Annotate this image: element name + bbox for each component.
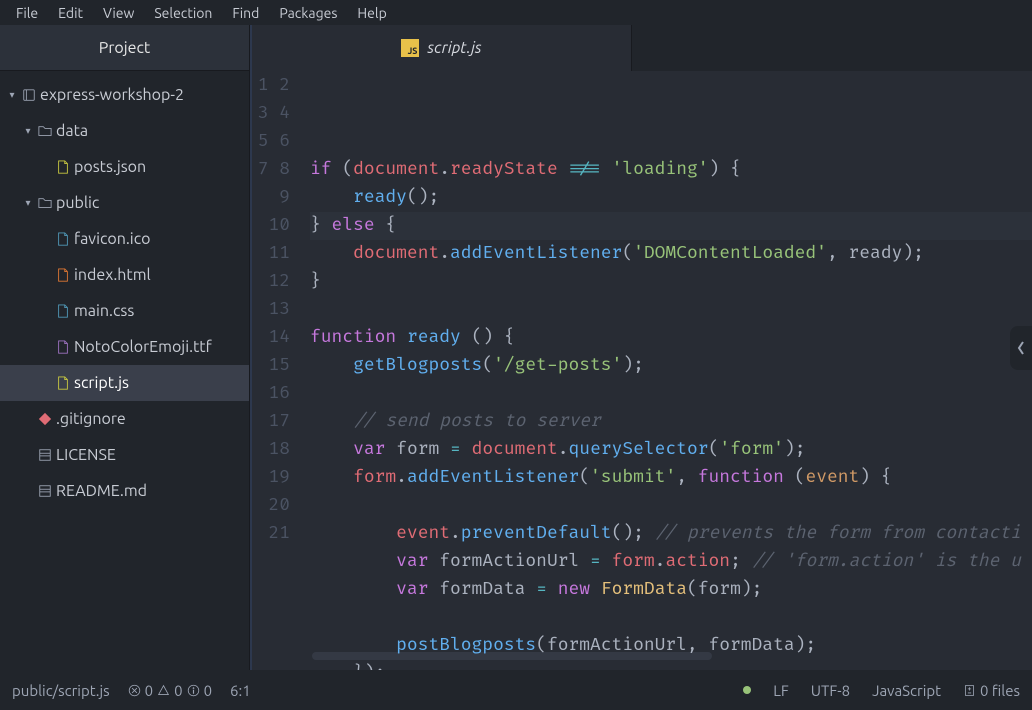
html-icon <box>52 268 74 282</box>
repo-icon <box>18 88 40 102</box>
tree-item-readme-md[interactable]: README.md <box>0 473 249 509</box>
chevron-down-icon: ▾ <box>22 197 34 209</box>
tree-item-main-css[interactable]: main.css <box>0 293 249 329</box>
tree-item-label: NotoColorEmoji.ttf <box>74 338 212 356</box>
tree-item-label: express-workshop-2 <box>40 86 184 104</box>
tree-item-favicon-ico[interactable]: favicon.ico <box>0 221 249 257</box>
editor-pane: JS script.js 1 2 3 4 5 6 7 8 9 10 11 12 … <box>250 25 1032 670</box>
tree-item-notocoloremoji-ttf[interactable]: NotoColorEmoji.ttf <box>0 329 249 365</box>
tab-script-js[interactable]: JS script.js <box>252 25 632 71</box>
menu-find[interactable]: Find <box>222 1 269 25</box>
tree-item-label: LICENSE <box>56 446 116 464</box>
menu-edit[interactable]: Edit <box>48 1 93 25</box>
folder-icon <box>34 196 56 210</box>
tree-item-label: README.md <box>56 482 147 500</box>
status-diagnostics[interactable]: 0 0 0 <box>128 682 212 699</box>
git-icon <box>34 412 56 426</box>
tree-item-posts-json[interactable]: posts.json <box>0 149 249 185</box>
code-area[interactable]: 1 2 3 4 5 6 7 8 9 10 11 12 13 14 15 16 1… <box>252 71 1032 670</box>
main-area: Project ▾ express-workshop-2 ▾ data posts.js… <box>0 25 1032 670</box>
tree-item-label: data <box>56 122 88 140</box>
warning-icon <box>157 684 170 697</box>
menubar: FileEditViewSelectionFindPackagesHelp <box>0 0 1032 25</box>
status-eol[interactable]: LF <box>773 682 789 699</box>
status-dot-icon <box>743 686 751 694</box>
font-icon <box>52 340 74 354</box>
folder-icon <box>34 124 56 138</box>
sidebar-tab-project[interactable]: Project <box>0 25 249 71</box>
menu-packages[interactable]: Packages <box>269 1 347 25</box>
tree-item-index-html[interactable]: index.html <box>0 257 249 293</box>
warning-count: 0 <box>174 682 182 699</box>
error-icon <box>128 684 141 697</box>
line-gutter: 1 2 3 4 5 6 7 8 9 10 11 12 13 14 15 16 1… <box>252 71 310 670</box>
file-tree[interactable]: ▾ express-workshop-2 ▾ data posts.json ▾ publi… <box>0 71 249 509</box>
tree-item--gitignore[interactable]: .gitignore <box>0 401 249 437</box>
status-cursor[interactable]: 6:1 <box>230 682 251 699</box>
sidebar: Project ▾ express-workshop-2 ▾ data posts.js… <box>0 25 250 670</box>
status-git-files[interactable]: 0 files <box>963 682 1020 699</box>
menu-view[interactable]: View <box>93 1 144 25</box>
statusbar: public/script.js 0 0 0 6:1 LF UTF-8 Java… <box>0 670 1032 710</box>
book-icon <box>34 448 56 462</box>
tree-item-label: favicon.ico <box>74 230 150 248</box>
tree-item-label: main.css <box>74 302 134 320</box>
status-encoding[interactable]: UTF-8 <box>811 682 850 699</box>
tree-item-license[interactable]: LICENSE <box>0 437 249 473</box>
tree-item-express-workshop-2[interactable]: ▾ express-workshop-2 <box>0 77 249 113</box>
status-language[interactable]: JavaScript <box>872 682 941 699</box>
tab-label: script.js <box>427 39 481 57</box>
tree-item-label: .gitignore <box>56 410 126 428</box>
status-filepath[interactable]: public/script.js <box>12 682 110 699</box>
js-icon: JS <box>401 39 419 57</box>
chevron-down-icon: ▾ <box>6 89 18 101</box>
error-count: 0 <box>145 682 153 699</box>
tree-item-label: script.js <box>74 374 129 392</box>
tree-item-public[interactable]: ▾ public <box>0 185 249 221</box>
book-icon <box>34 484 56 498</box>
json-icon <box>52 160 74 174</box>
info-icon <box>187 684 200 697</box>
diff-icon <box>963 684 976 697</box>
tree-item-label: posts.json <box>74 158 146 176</box>
menu-selection[interactable]: Selection <box>144 1 222 25</box>
tree-item-label: index.html <box>74 266 151 284</box>
code-content[interactable]: if (document.readyState !== 'loading') {… <box>310 71 1032 670</box>
menu-help[interactable]: Help <box>347 1 396 25</box>
git-files-count: 0 files <box>980 682 1020 699</box>
editor-tabs: JS script.js <box>252 25 1032 71</box>
info-count: 0 <box>204 682 212 699</box>
css-icon <box>52 304 74 318</box>
chevron-down-icon: ▾ <box>22 125 34 137</box>
menu-file[interactable]: File <box>6 1 48 25</box>
tree-item-script-js[interactable]: script.js <box>0 365 249 401</box>
js-icon <box>52 376 74 390</box>
tree-item-data[interactable]: ▾ data <box>0 113 249 149</box>
tree-item-label: public <box>56 194 99 212</box>
ico-icon <box>52 232 74 246</box>
